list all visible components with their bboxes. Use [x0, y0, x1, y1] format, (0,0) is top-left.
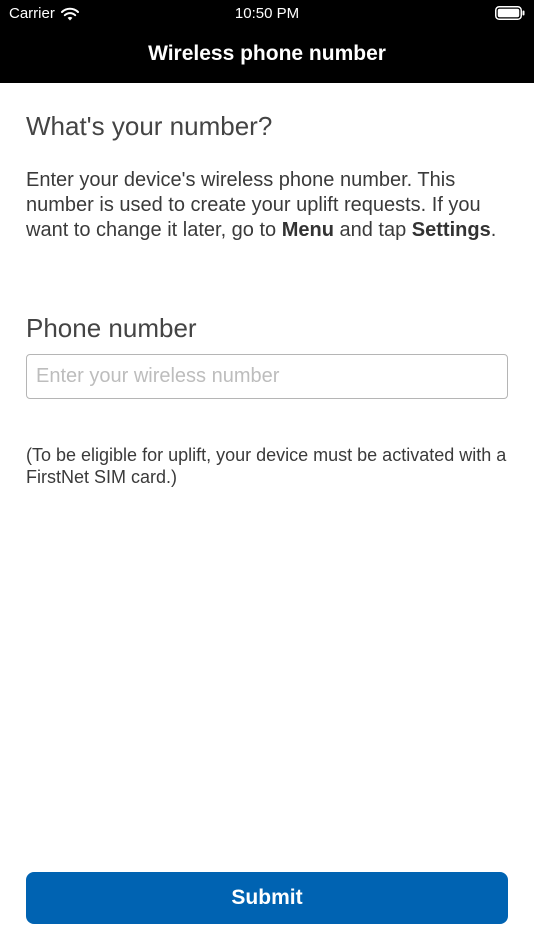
intro-text: Enter your device's wireless phone numbe…: [26, 168, 516, 243]
menu-keyword: Menu: [281, 219, 334, 241]
eligibility-note: (To be eligible for uplift, your device …: [26, 445, 507, 487]
status-bar: Carrier 10:50 PM: [0, 0, 534, 28]
settings-keyword: Settings: [411, 219, 491, 241]
battery-icon: [495, 6, 525, 20]
section-heading: What's your number?: [26, 111, 273, 141]
top-bar: Carrier 10:50 PM Wireless phone number: [0, 0, 534, 83]
status-time: 10:50 PM: [234, 5, 300, 22]
intro-text-part: and tap: [333, 219, 412, 241]
phone-number-input[interactable]: [26, 354, 508, 399]
phone-number-label: Phone number: [26, 313, 197, 343]
page-title: Wireless phone number: [148, 42, 386, 65]
intro-text-part: .: [490, 219, 497, 241]
submit-button[interactable]: Submit: [26, 872, 508, 924]
